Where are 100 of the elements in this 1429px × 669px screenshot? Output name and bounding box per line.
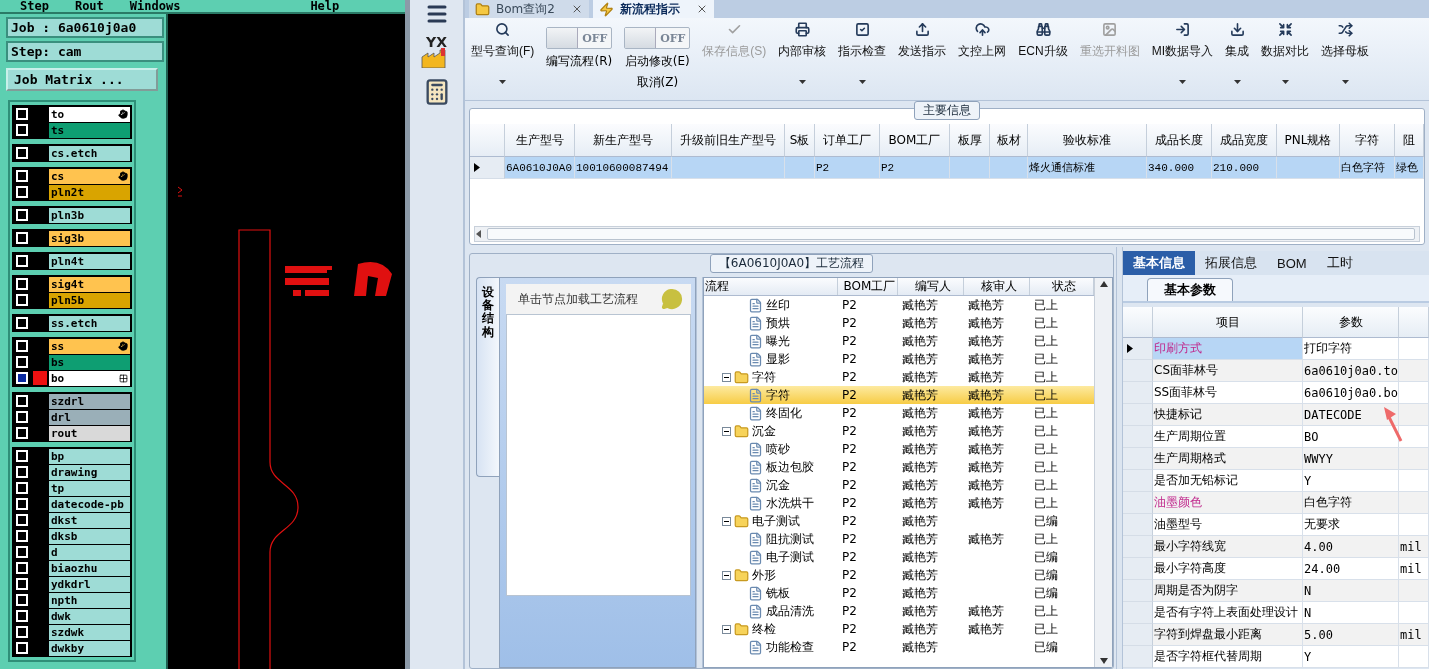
tree-row[interactable]: 丝印 P2 臧艳芳 臧艳芳 已上 xyxy=(704,296,1094,314)
layer-checkbox[interactable] xyxy=(16,356,28,368)
layer-button[interactable]: cs xyxy=(49,168,130,184)
column-header[interactable]: 板材 xyxy=(990,124,1028,157)
layer-checkbox[interactable] xyxy=(16,514,28,526)
collapse-icon[interactable] xyxy=(722,516,731,526)
layer-button[interactable]: tp xyxy=(49,480,130,496)
job-matrix-button[interactable]: Job Matrix ... xyxy=(6,68,158,91)
vertical-scrollbar[interactable] xyxy=(1094,278,1112,667)
column-header[interactable]: 成品宽度 xyxy=(1212,124,1277,157)
collapse-icon[interactable] xyxy=(722,570,731,580)
layer-checkbox[interactable] xyxy=(16,340,28,352)
layer-button[interactable]: ydkdrl xyxy=(49,576,130,592)
layer-button[interactable]: dkst xyxy=(49,512,130,528)
layer-checkbox[interactable] xyxy=(16,209,28,221)
column-header[interactable]: 流程 xyxy=(704,278,838,295)
tree-row[interactable]: 终检 P2 臧艳芳 臧艳芳 已上 xyxy=(704,620,1094,638)
tree-row[interactable]: 显影 P2 臧艳芳 臧艳芳 已上 xyxy=(704,350,1094,368)
layer-checkbox[interactable] xyxy=(16,626,28,638)
side-tab[interactable]: 设备结构 xyxy=(476,277,499,477)
tree-row[interactable]: 电子测试 P2 臧艳芳 已编 xyxy=(704,548,1094,566)
menu-item[interactable]: Rout xyxy=(74,0,104,12)
layer-button[interactable]: drl xyxy=(49,409,130,425)
ribbon-button[interactable]: MI数据导入 xyxy=(1147,18,1217,100)
tree-row[interactable]: 电子测试 P2 臧艳芳 已编 xyxy=(704,512,1094,530)
layer-checkbox[interactable] xyxy=(16,594,28,606)
ribbon-button[interactable]: 文控上网 xyxy=(954,18,1011,100)
info-tab[interactable]: BOM xyxy=(1267,251,1317,275)
document-tab[interactable]: Bom查询2 xyxy=(469,0,589,18)
layer-button[interactable]: szdrl xyxy=(49,393,130,409)
tree-row[interactable]: 沉金 P2 臧艳芳 臧艳芳 已上 xyxy=(704,476,1094,494)
layer-checkbox[interactable] xyxy=(16,170,28,182)
column-header[interactable]: 编写人 xyxy=(898,278,964,295)
column-header[interactable]: 新生产型号 xyxy=(575,124,672,157)
ribbon-button[interactable]: 型号查询(F) xyxy=(467,18,539,100)
layer-button[interactable]: bs xyxy=(49,354,130,370)
ribbon-button[interactable]: 指示检查 xyxy=(834,18,891,100)
column-header[interactable]: 生产型号 xyxy=(505,124,575,157)
layer-checkbox[interactable] xyxy=(16,546,28,558)
tree-row[interactable]: 曝光 P2 臧艳芳 臧艳芳 已上 xyxy=(704,332,1094,350)
layer-checkbox[interactable] xyxy=(16,278,28,290)
layer-button[interactable]: pln4t xyxy=(49,253,130,269)
layer-button[interactable]: szdwk xyxy=(49,624,130,640)
layer-checkbox[interactable] xyxy=(16,372,28,384)
layer-checkbox[interactable] xyxy=(16,108,28,120)
layer-checkbox[interactable] xyxy=(16,124,28,136)
tree-row[interactable]: 成品清洗 P2 臧艳芳 臧艳芳 已上 xyxy=(704,602,1094,620)
column-header[interactable]: 阻 xyxy=(1395,124,1424,157)
tree-row[interactable]: 板边包胶 P2 臧艳芳 臧艳芳 已上 xyxy=(704,458,1094,476)
tree-row[interactable]: 喷砂 P2 臧艳芳 臧艳芳 已上 xyxy=(704,440,1094,458)
info-tab[interactable]: 基本信息 xyxy=(1123,251,1195,275)
scroll-down-icon[interactable] xyxy=(1099,658,1108,664)
column-header[interactable]: 升级前旧生产型号 xyxy=(672,124,785,157)
layer-checkbox[interactable] xyxy=(16,317,28,329)
info-tab[interactable]: 工时 xyxy=(1316,251,1363,275)
tree-row[interactable]: 铣板 P2 臧艳芳 已编 xyxy=(704,584,1094,602)
tree-row[interactable]: 预烘 P2 臧艳芳 臧艳芳 已上 xyxy=(704,314,1094,332)
ribbon-button[interactable]: 发送指示 xyxy=(894,18,951,100)
layer-button[interactable]: pln3b xyxy=(49,207,130,223)
row-header[interactable] xyxy=(470,157,505,179)
row-header[interactable] xyxy=(1123,338,1153,360)
document-tab[interactable]: 新流程指示 xyxy=(592,0,714,18)
ribbon-button[interactable]: 内部审核 xyxy=(774,18,831,100)
column-header[interactable]: PNL规格 xyxy=(1277,124,1340,157)
layer-checkbox[interactable] xyxy=(16,530,28,542)
layer-button[interactable]: ts xyxy=(49,122,130,138)
collapse-icon[interactable] xyxy=(722,624,731,634)
layer-checkbox[interactable] xyxy=(16,642,28,654)
layer-button[interactable]: drawing xyxy=(49,464,130,480)
layer-checkbox[interactable] xyxy=(16,411,28,423)
layer-button[interactable]: npth xyxy=(49,592,130,608)
tree-row[interactable]: 功能检查 P2 臧艳芳 已编 xyxy=(704,638,1094,656)
column-header[interactable]: S板 xyxy=(785,124,815,157)
horizontal-scrollbar[interactable] xyxy=(474,226,1420,242)
column-header[interactable]: 项目 xyxy=(1153,307,1303,338)
tree-row[interactable]: 字符 P2 臧艳芳 臧艳芳 已上 xyxy=(704,386,1094,404)
tree-row[interactable]: 阻抗测试 P2 臧艳芳 臧艳芳 已上 xyxy=(704,530,1094,548)
column-header[interactable]: 验收标准 xyxy=(1028,124,1147,157)
collapse-icon[interactable] xyxy=(722,426,731,436)
layer-checkbox[interactable] xyxy=(16,466,28,478)
tree-row[interactable]: 外形 P2 臧艳芳 已编 xyxy=(704,566,1094,584)
layer-checkbox[interactable] xyxy=(16,395,28,407)
ribbon-button[interactable]: 选择母板 xyxy=(1317,18,1373,100)
layer-button[interactable]: bp xyxy=(49,448,130,464)
column-header[interactable]: BOM工厂 xyxy=(838,278,898,295)
layer-button[interactable]: datecode-pb xyxy=(49,496,130,512)
column-header[interactable]: 字符 xyxy=(1340,124,1395,157)
column-header[interactable]: 成品长度 xyxy=(1147,124,1212,157)
layer-button[interactable]: ss xyxy=(49,338,130,354)
layer-checkbox[interactable] xyxy=(16,294,28,306)
layer-checkbox[interactable] xyxy=(16,482,28,494)
layer-checkbox[interactable] xyxy=(16,498,28,510)
scroll-left-icon[interactable] xyxy=(475,230,483,238)
tree-row[interactable]: 水洗烘干 P2 臧艳芳 臧艳芳 已上 xyxy=(704,494,1094,512)
layer-button[interactable]: bo xyxy=(49,370,130,386)
layer-button[interactable]: dksb xyxy=(49,528,130,544)
layer-checkbox[interactable] xyxy=(16,450,28,462)
layer-button[interactable]: ss.etch xyxy=(49,315,130,331)
layer-button[interactable]: sig4t xyxy=(49,276,130,292)
layer-button[interactable]: rout xyxy=(49,425,130,441)
